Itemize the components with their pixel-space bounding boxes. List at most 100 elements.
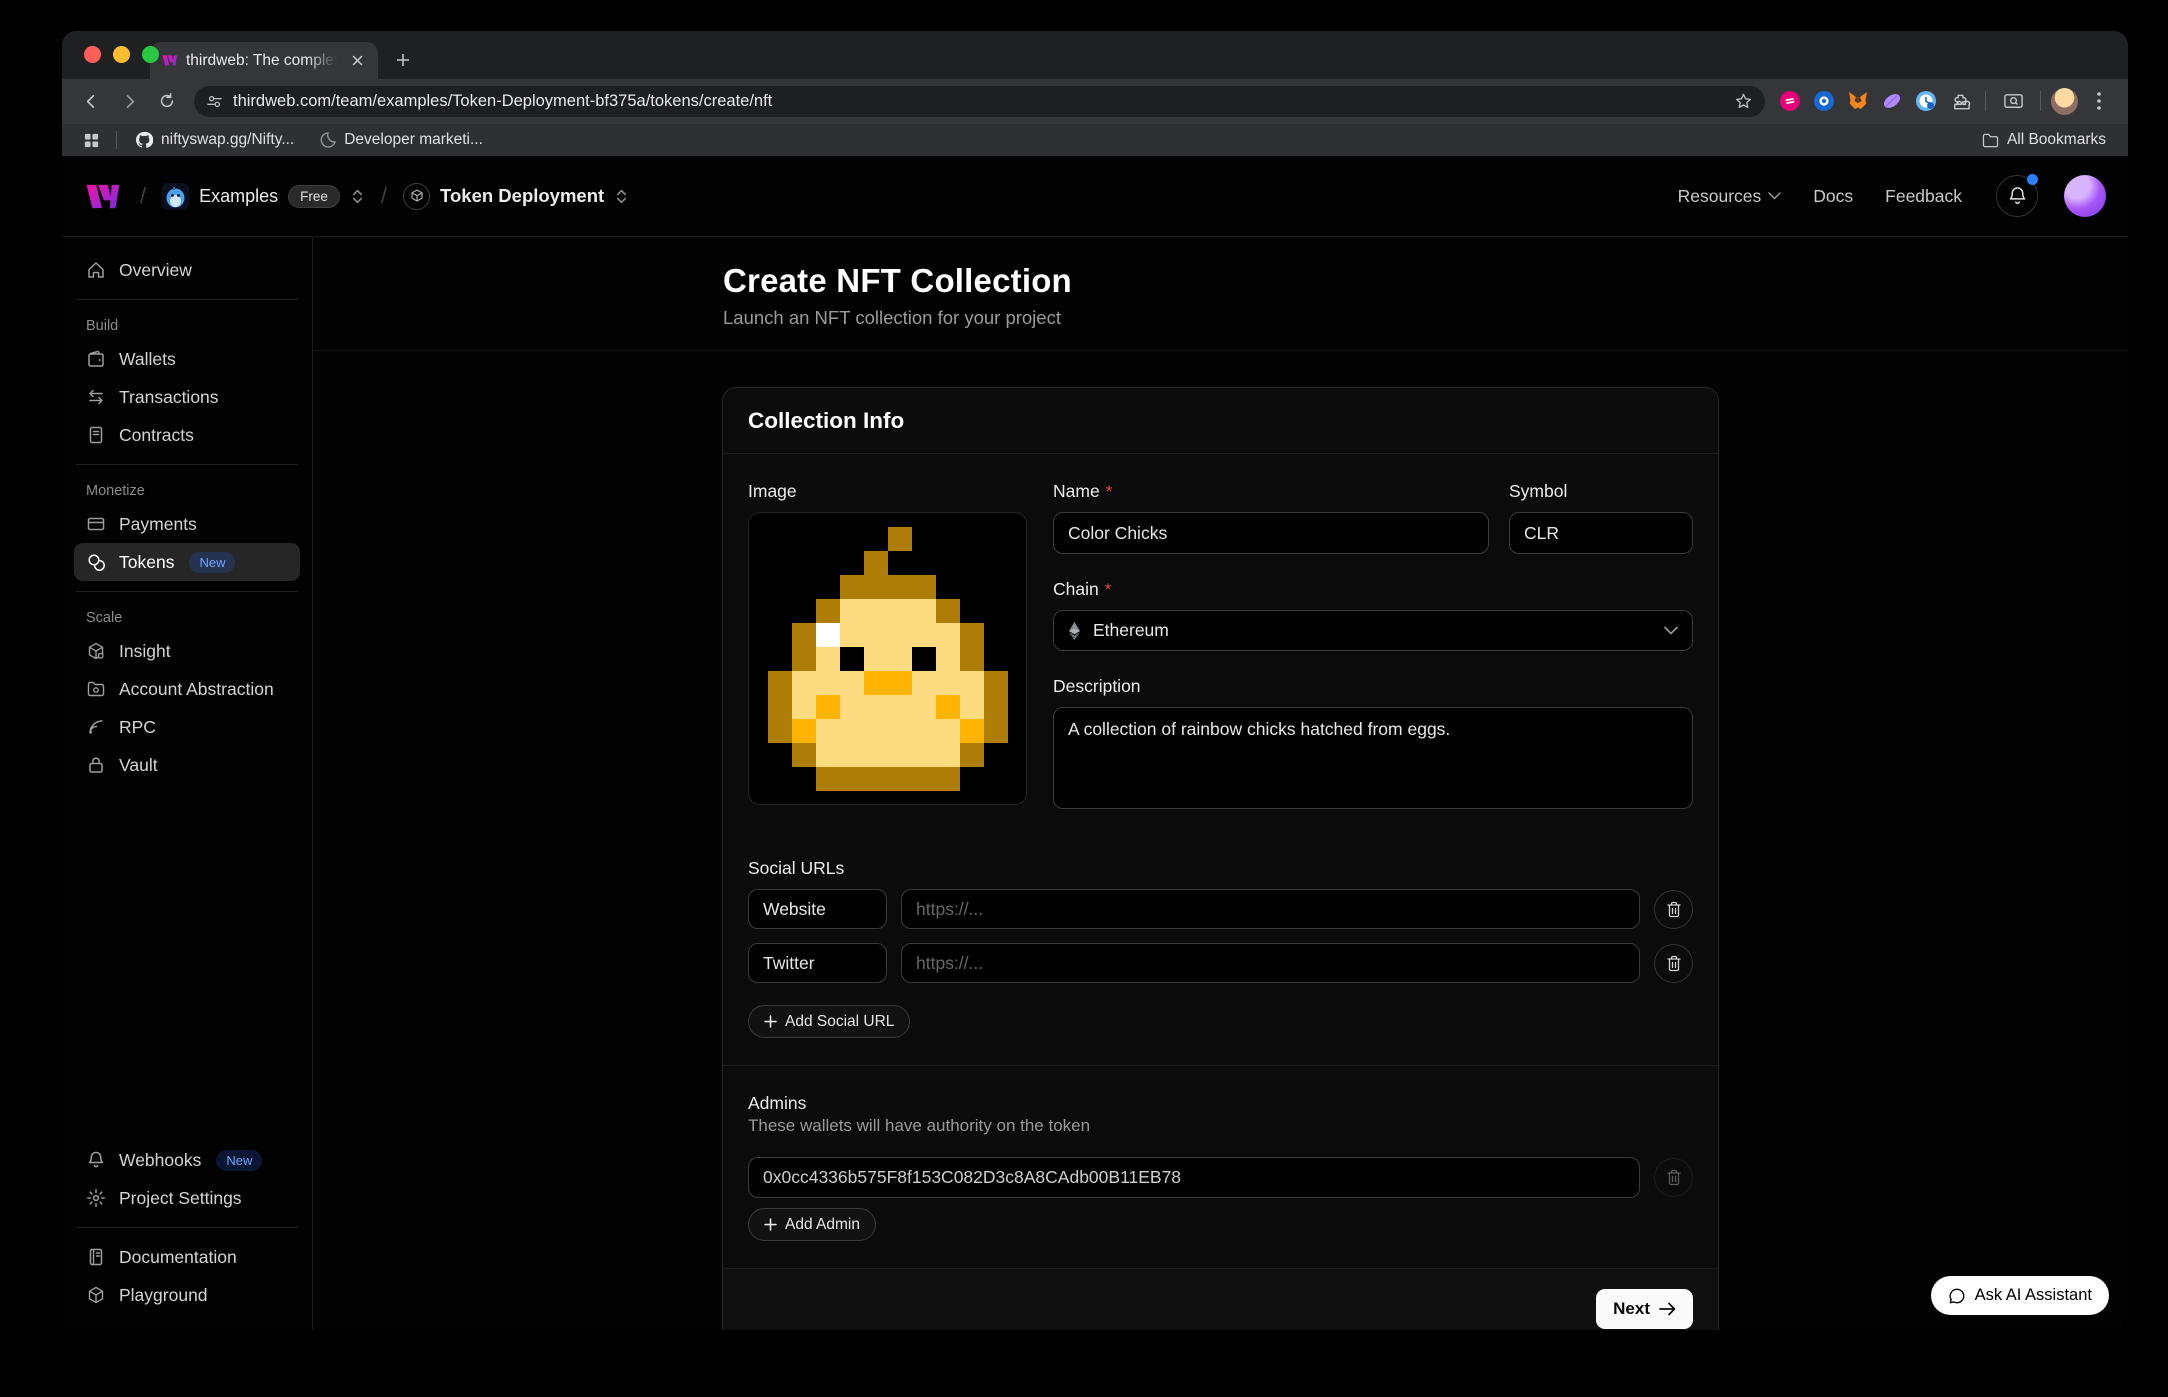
sidebar-item-rpc[interactable]: RPC: [74, 708, 300, 746]
add-social-url-button[interactable]: Add Social URL: [748, 1005, 910, 1038]
extension-feather-icon[interactable]: [1877, 86, 1907, 116]
description-label: Description: [1053, 676, 1693, 697]
breadcrumb-project[interactable]: Token Deployment: [403, 183, 629, 210]
sidebar-item-webhooks[interactable]: Webhooks New: [74, 1141, 300, 1179]
sidebar-item-wallets[interactable]: Wallets: [74, 340, 300, 378]
form-area: Collection Info Image: [313, 351, 2128, 1330]
sidebar-item-contracts[interactable]: Contracts: [74, 416, 300, 454]
nft-pixel-grid: [768, 527, 1008, 791]
sidebar-item-tokens[interactable]: Tokens New: [74, 543, 300, 581]
trash-icon: [1666, 901, 1682, 918]
team-avatar: [162, 183, 189, 210]
page-title: Create NFT Collection: [723, 262, 2128, 300]
delete-social-url-button[interactable]: [1654, 944, 1693, 983]
nft-image-preview[interactable]: [748, 512, 1027, 805]
social-url-input[interactable]: [901, 943, 1640, 983]
macos-close-button[interactable]: [84, 46, 101, 63]
sidebar-item-insight[interactable]: Insight: [74, 632, 300, 670]
github-icon: [135, 131, 153, 149]
card-header: Collection Info: [723, 388, 1718, 454]
trash-icon: [1666, 955, 1682, 972]
page-subtitle: Launch an NFT collection for your projec…: [723, 307, 2128, 329]
page-header: Create NFT Collection Launch an NFT coll…: [313, 237, 2128, 351]
extension-pink-icon[interactable]: [1775, 86, 1805, 116]
sidebar-item-account-abstraction[interactable]: Account Abstraction: [74, 670, 300, 708]
sidebar-label: Payments: [119, 514, 197, 535]
tab-close-icon[interactable]: [346, 50, 368, 72]
ask-ai-assistant-button[interactable]: Ask AI Assistant: [1931, 1276, 2109, 1315]
insight-icon: [86, 641, 106, 661]
contracts-icon: [86, 425, 106, 445]
project-switcher-chevrons-icon[interactable]: [614, 188, 629, 205]
bookmark-star-icon[interactable]: [1734, 92, 1753, 111]
browser-menu-icon[interactable]: [2082, 84, 2116, 118]
address-bar[interactable]: thirdweb.com/team/examples/Token-Deploym…: [194, 86, 1765, 117]
sidebar-section-monetize: Monetize: [74, 475, 300, 505]
social-platform-input[interactable]: [748, 943, 887, 983]
delete-social-url-button[interactable]: [1654, 890, 1693, 929]
site-controls-icon[interactable]: [206, 93, 223, 110]
sidebar-item-documentation[interactable]: Documentation: [74, 1238, 300, 1276]
sidebar-label: Tokens: [119, 552, 174, 573]
admin-address-input[interactable]: [748, 1157, 1640, 1198]
sidebar-divider: [76, 591, 298, 592]
nav-resources[interactable]: Resources: [1666, 178, 1794, 215]
name-input[interactable]: [1053, 512, 1489, 554]
chain-select[interactable]: Ethereum: [1053, 610, 1693, 651]
apps-grid-icon[interactable]: [76, 125, 106, 155]
sidebar-item-playground[interactable]: Playground: [74, 1276, 300, 1314]
symbol-input[interactable]: [1509, 512, 1693, 554]
wallet-icon: [86, 349, 106, 369]
reload-button[interactable]: [150, 84, 184, 118]
add-admin-button[interactable]: Add Admin: [748, 1208, 876, 1241]
forward-button[interactable]: [112, 84, 146, 118]
sidebar-item-transactions[interactable]: Transactions: [74, 378, 300, 416]
team-switcher-chevrons-icon[interactable]: [350, 188, 365, 205]
back-button[interactable]: [74, 84, 108, 118]
bookmark-niftyswap[interactable]: niftyswap.gg/Nifty...: [127, 131, 302, 149]
nav-docs[interactable]: Docs: [1801, 178, 1865, 215]
required-asterisk: *: [1106, 482, 1113, 502]
next-button[interactable]: Next: [1596, 1289, 1693, 1329]
macos-minimize-button[interactable]: [113, 46, 130, 63]
team-plan-badge: Free: [288, 185, 340, 208]
new-tab-button[interactable]: [386, 43, 420, 77]
sidebar-item-vault[interactable]: Vault: [74, 746, 300, 784]
metamask-icon[interactable]: [1843, 86, 1873, 116]
bookmark-developer-marketing[interactable]: Developer marketi...: [312, 131, 491, 149]
notifications-button[interactable]: [1996, 175, 2038, 217]
sidebar-item-project-settings[interactable]: Project Settings: [74, 1179, 300, 1217]
thirdweb-logo[interactable]: [80, 183, 124, 210]
sidebar: Overview Build Wallets Transactions Co: [62, 237, 313, 1330]
social-urls-block: Social URLs: [748, 858, 1693, 1038]
nav-resources-label: Resources: [1678, 186, 1762, 207]
extensions-puzzle-icon[interactable]: [1945, 86, 1975, 116]
user-avatar[interactable]: [2064, 175, 2106, 217]
delete-admin-button[interactable]: [1654, 1158, 1693, 1197]
bookmark-label: Developer marketi...: [344, 131, 483, 149]
breadcrumb-separator: /: [140, 183, 146, 209]
macos-zoom-button[interactable]: [142, 46, 159, 63]
account-abstraction-icon: [86, 679, 106, 699]
social-url-input[interactable]: [901, 889, 1640, 929]
description-textarea[interactable]: A collection of rainbow chicks hatched f…: [1053, 707, 1693, 809]
browser-tab[interactable]: thirdweb: The complete web3: [150, 42, 378, 79]
screen-search-icon[interactable]: [1996, 84, 2030, 118]
sidebar-label: RPC: [119, 717, 156, 738]
extension-clock-icon[interactable]: [1911, 86, 1941, 116]
payments-icon: [86, 514, 106, 534]
sidebar-item-payments[interactable]: Payments: [74, 505, 300, 543]
url-text[interactable]: thirdweb.com/team/examples/Token-Deploym…: [233, 92, 1724, 111]
window-controls: [84, 46, 159, 63]
bookmarks-divider: [116, 131, 117, 149]
nav-feedback[interactable]: Feedback: [1873, 178, 1974, 215]
extension-blue-icon[interactable]: [1809, 86, 1839, 116]
name-label: Name*: [1053, 481, 1489, 502]
sidebar-item-overview[interactable]: Overview: [74, 251, 300, 289]
screenshot-stage: thirdweb: The complete web3: [0, 0, 2168, 1397]
arrow-right-icon: [1659, 1302, 1676, 1316]
browser-profile-avatar[interactable]: [2051, 88, 2078, 115]
breadcrumb-team[interactable]: Examples Free: [162, 183, 365, 210]
all-bookmarks-button[interactable]: All Bookmarks: [1974, 131, 2114, 149]
social-platform-input[interactable]: [748, 889, 887, 929]
